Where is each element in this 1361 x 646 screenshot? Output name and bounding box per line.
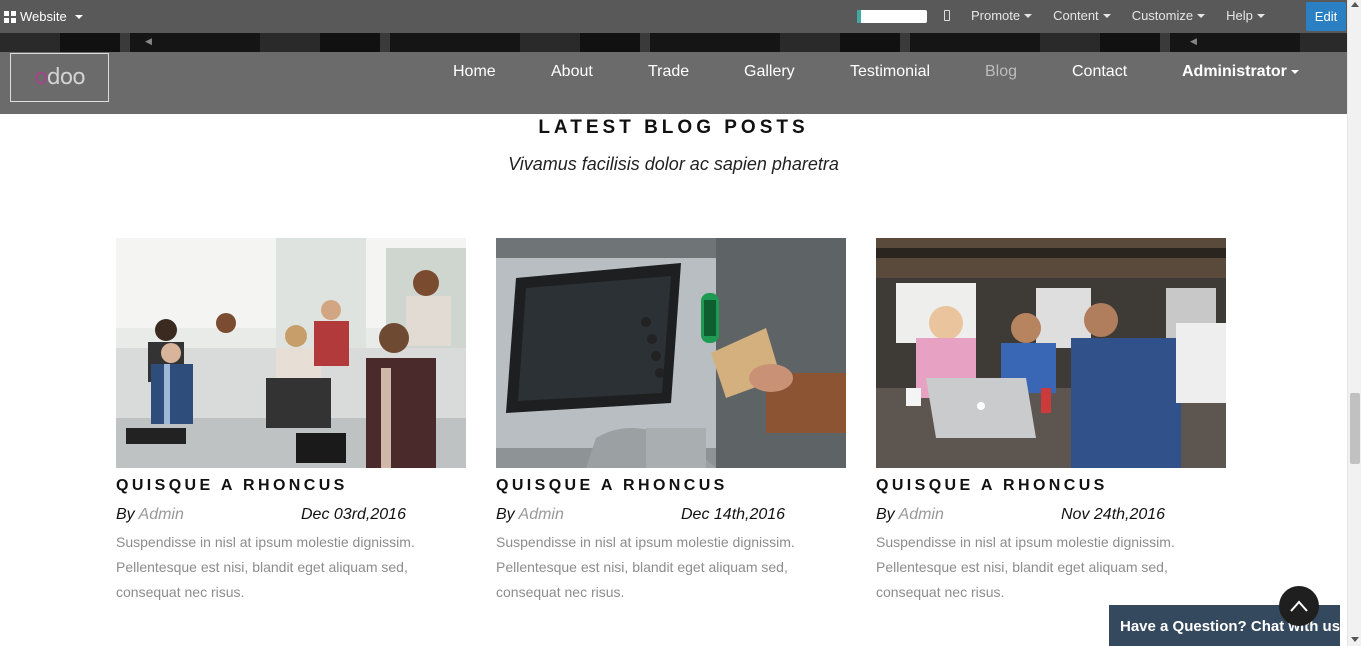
caret-down-icon: [74, 14, 83, 19]
nav-item-contact[interactable]: Contact: [1072, 63, 1127, 81]
office-meeting-image[interactable]: [116, 238, 466, 468]
caret-down-icon: [1256, 13, 1265, 18]
slider-prev-icon[interactable]: ◀: [145, 36, 152, 47]
section-subtitle: Vivamus facilisis dolor ac sapien pharet…: [508, 154, 839, 174]
page: Website Promote Content Customize Help E…: [0, 0, 1361, 646]
page-scrollbar[interactable]: [1347, 0, 1361, 646]
post-excerpt: Suspendisse in nisl at ipsum molestie di…: [496, 534, 795, 600]
post-meta: By Admin Dec 03rd,2016: [116, 506, 466, 530]
post-title[interactable]: QUISQUE A RHONCUS: [116, 477, 466, 495]
menu-promote[interactable]: Promote: [971, 8, 1033, 23]
post-excerpt: Suspendisse in nisl at ipsum molestie di…: [116, 534, 415, 600]
administrator-label: Administrator: [1182, 63, 1287, 80]
chevron-up-icon: [1290, 600, 1308, 612]
nav-item-testimonial[interactable]: Testimonial: [850, 63, 930, 81]
post-title[interactable]: QUISQUE A RHONCUS: [496, 477, 846, 495]
website-menu-label: Website: [20, 9, 67, 24]
section-title: LATEST BLOG POSTS: [538, 117, 809, 138]
nav-item-home[interactable]: Home: [453, 63, 496, 81]
hero-banner-strip: ◀ ◀: [0, 33, 1347, 52]
atm-cash-image[interactable]: [496, 238, 846, 468]
nav-item-about[interactable]: About: [551, 63, 593, 81]
nav-item-blog[interactable]: Blog: [985, 63, 1017, 81]
blog-card: QUISQUE A RHONCUS By Admin Dec 03rd,2016…: [116, 238, 466, 605]
progress-bar: [857, 10, 927, 23]
progress-fill: [857, 10, 861, 23]
post-date: Nov 24th,2016: [1061, 506, 1166, 523]
post-meta: By Admin Nov 24th,2016: [876, 506, 1226, 530]
site-logo[interactable]: odoo: [10, 53, 109, 102]
post-meta: By Admin Dec 14th,2016: [496, 506, 846, 530]
post-byline: By Admin: [116, 506, 184, 524]
post-excerpt: Suspendisse in nisl at ipsum molestie di…: [876, 534, 1175, 600]
caret-down-icon: [1290, 69, 1299, 74]
post-date: Dec 03rd,2016: [301, 506, 406, 523]
menu-customize[interactable]: Customize: [1131, 8, 1206, 23]
slider-next-icon[interactable]: ◀: [1190, 36, 1197, 47]
caret-down-icon: [1102, 13, 1111, 18]
author-link[interactable]: Admin: [899, 506, 944, 523]
by-label: By: [876, 506, 895, 523]
author-link[interactable]: Admin: [519, 506, 564, 523]
admin-bar: Website Promote Content Customize Help E…: [0, 0, 1347, 33]
scrollbar-thumb[interactable]: [1350, 393, 1360, 464]
post-byline: By Admin: [876, 506, 944, 524]
caret-down-icon: [1024, 13, 1033, 18]
nav-item-gallery[interactable]: Gallery: [744, 63, 795, 81]
team-laptop-image[interactable]: [876, 238, 1226, 468]
main-navbar: odoo Home About Trade Gallery Testimonia…: [0, 52, 1347, 114]
caret-down-icon: [1197, 13, 1206, 18]
nav-item-trade[interactable]: Trade: [648, 63, 689, 81]
post-date: Dec 14th,2016: [681, 506, 786, 523]
author-link[interactable]: Admin: [139, 506, 184, 523]
blog-card: QUISQUE A RHONCUS By Admin Nov 24th,2016…: [876, 238, 1226, 605]
menu-help[interactable]: Help: [1226, 8, 1265, 23]
logo-text: odoo: [34, 65, 85, 90]
nav-item-administrator[interactable]: Administrator: [1182, 63, 1299, 81]
menu-help-label: Help: [1226, 8, 1253, 23]
blog-card: QUISQUE A RHONCUS By Admin Dec 14th,2016…: [496, 238, 846, 605]
by-label: By: [116, 506, 135, 523]
menu-content-label: Content: [1053, 8, 1099, 23]
menu-content[interactable]: Content: [1053, 8, 1111, 23]
scroll-up-arrow-icon[interactable]: [1351, 2, 1359, 7]
back-to-top-button[interactable]: [1279, 586, 1319, 626]
apps-grid-icon: [4, 10, 16, 23]
post-title[interactable]: QUISQUE A RHONCUS: [876, 477, 1226, 495]
by-label: By: [496, 506, 515, 523]
website-menu[interactable]: Website: [4, 9, 83, 24]
mobile-preview-icon[interactable]: [944, 10, 950, 21]
menu-customize-label: Customize: [1131, 8, 1194, 23]
edit-button[interactable]: Edit: [1306, 2, 1346, 31]
menu-promote-label: Promote: [971, 8, 1021, 23]
scroll-down-arrow-icon[interactable]: [1351, 637, 1359, 642]
admin-menus: Promote Content Customize Help: [971, 8, 1265, 23]
post-byline: By Admin: [496, 506, 564, 524]
